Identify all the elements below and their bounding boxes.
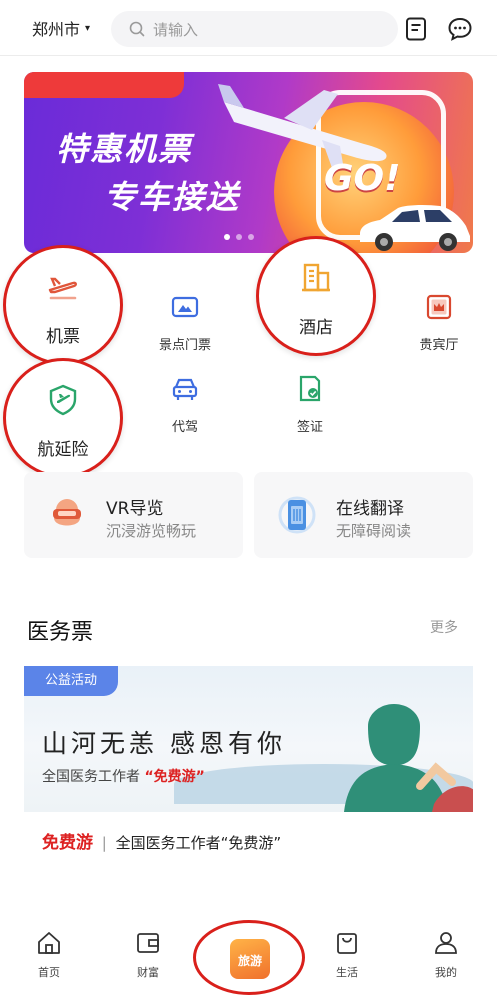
card-title: 在线翻译 — [336, 499, 404, 519]
caption-highlight: 免费游 — [42, 833, 93, 853]
caption-divider: | — [101, 834, 107, 852]
hotel-building-icon — [302, 263, 330, 292]
caption-text: 全国医务工作者“免费游” — [115, 834, 282, 852]
travel-bag-icon: 旅游 — [230, 939, 270, 979]
highlight-hotel[interactable]: 酒店 — [256, 236, 376, 356]
search-input[interactable]: 请输入 — [111, 11, 398, 47]
search-placeholder: 请输入 — [153, 20, 199, 39]
section-title: 医务票 — [27, 620, 94, 645]
tab-label: 旅游 — [237, 954, 262, 968]
tab-wealth[interactable]: 财富 — [118, 930, 178, 980]
vr-headset-icon — [53, 499, 81, 526]
highlight-flight-label: 机票 — [46, 327, 80, 347]
tab-label: 生活 — [336, 966, 358, 979]
airplane-takeoff-icon — [48, 277, 77, 300]
doctor-illustration — [344, 704, 473, 812]
grid-item-visa[interactable]: 签证 — [265, 374, 355, 435]
tab-mine[interactable]: 我的 — [416, 930, 476, 980]
search-icon — [129, 21, 145, 37]
chevron-down-icon: ▾ — [85, 22, 91, 34]
tab-travel[interactable]: 旅游 — [193, 920, 305, 995]
grid-item-designated-driver[interactable]: 代驾 — [140, 374, 230, 435]
banner-line1: 特惠机票 — [56, 130, 193, 168]
tab-life[interactable]: 生活 — [317, 930, 377, 980]
banner-go-text: GO! — [324, 158, 401, 199]
section-more-link[interactable]: 更多 — [430, 617, 458, 637]
highlight-flight[interactable]: 机票 — [3, 245, 123, 365]
banner-line2: 专车接送 — [104, 178, 241, 216]
promo-tag: 公益活动 — [24, 666, 118, 696]
promo-subtitle: 全国医务工作者 “免费游” — [42, 766, 205, 786]
tab-label: 首页 — [38, 966, 60, 979]
card-subtitle: 无障碍阅读 — [336, 522, 412, 540]
city-selector[interactable]: 郑州市 ▾ — [32, 16, 90, 40]
tab-label: 我的 — [435, 966, 457, 979]
card-vr-tour[interactable]: VR导览 沉浸游览畅玩 — [24, 472, 243, 558]
grid-item-label: 签证 — [296, 420, 323, 435]
banner-dot — [248, 234, 254, 240]
card-title: VR导览 — [106, 499, 164, 519]
ticket-mountain-icon — [171, 296, 199, 318]
crown-box-icon — [426, 294, 452, 320]
banner-dot — [236, 234, 242, 240]
highlight-delay-insurance-label: 航延险 — [37, 440, 89, 460]
user-icon — [435, 932, 457, 954]
grid-item-vip-lounge[interactable]: 贵宾厅 — [394, 292, 484, 353]
shield-plane-icon — [49, 384, 77, 416]
grid-item-scenic-tickets[interactable]: 景点门票 — [140, 292, 230, 353]
medical-promo-banner[interactable]: 公益活动 山河无恙 感恩有你 全国医务工作者 “免费游” — [24, 666, 473, 812]
banner-dot — [224, 234, 230, 240]
grid-item-label: 贵宾厅 — [419, 338, 459, 353]
promo-slogan: 山河无恙 感恩有你 — [42, 729, 286, 758]
document-icon[interactable] — [403, 16, 429, 42]
message-icon[interactable] — [447, 16, 473, 42]
city-name: 郑州市 — [32, 20, 81, 39]
translation-device-icon — [278, 496, 316, 534]
car-icon — [172, 378, 198, 400]
grid-item-label: 景点门票 — [158, 338, 211, 353]
promo-subtitle-highlight: “免费游” — [144, 769, 205, 785]
tab-home[interactable]: 首页 — [19, 930, 79, 980]
shopping-bag-icon — [337, 933, 357, 954]
banner-corner-tab — [24, 72, 184, 98]
promo-caption[interactable]: 免费游 | 全国医务工作者“免费游” — [42, 828, 281, 853]
wallet-icon — [137, 933, 159, 953]
promo-subtitle-text: 全国医务工作者 — [42, 769, 140, 785]
tab-label: 财富 — [137, 966, 159, 979]
grid-item-label: 代驾 — [171, 420, 198, 435]
highlight-hotel-label: 酒店 — [299, 318, 333, 338]
card-online-translation[interactable]: 在线翻译 无障碍阅读 — [254, 472, 473, 558]
promo-banner[interactable]: GO! 特惠机票 专车接送 — [24, 72, 473, 253]
banner-pagination — [224, 234, 254, 240]
home-icon — [38, 932, 60, 954]
top-header: 郑州市 ▾ 请输入 — [0, 0, 497, 56]
card-subtitle: 沉浸游览畅玩 — [106, 522, 197, 540]
visa-document-icon — [299, 375, 321, 402]
highlight-delay-insurance[interactable]: 航延险 — [3, 358, 123, 478]
